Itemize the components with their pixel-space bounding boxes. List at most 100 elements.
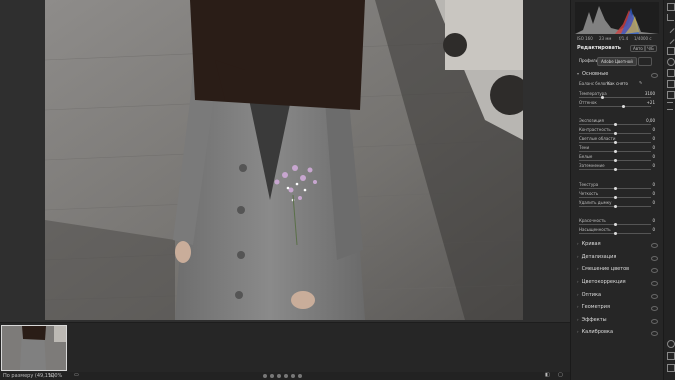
heal-brush-icon[interactable] [665, 23, 675, 34]
profile-dropdown[interactable]: Adobe Цветной [597, 57, 637, 66]
redeye-icon[interactable] [667, 69, 675, 77]
slider-track[interactable] [579, 159, 651, 162]
slider-thumb[interactable] [614, 141, 617, 144]
eyedropper-icon[interactable]: ✎ [639, 80, 642, 85]
slider-label: Экспозиция [579, 118, 604, 123]
slider-label: Белые [579, 154, 593, 159]
rating-star[interactable] [291, 374, 295, 378]
zoom-icon[interactable] [667, 340, 675, 348]
slider-track[interactable] [579, 223, 651, 226]
chevron-right-icon: › [577, 317, 579, 322]
slider-thumb[interactable] [614, 168, 617, 171]
section-label: Геометрия [581, 304, 610, 310]
before-after-icon[interactable]: ▢ [558, 372, 563, 378]
slider-value[interactable]: 3100 [635, 91, 655, 96]
rating-star[interactable] [298, 374, 302, 378]
profile-browser-icon[interactable] [638, 57, 652, 66]
section-header[interactable]: › Оптика [577, 292, 601, 298]
slider-thumb[interactable] [614, 196, 617, 199]
edit-panel: ISO 160 23 мм f/1.4 1/4000 с Редактирова… [570, 0, 664, 380]
rating-star[interactable] [263, 374, 267, 378]
slider-track[interactable] [579, 105, 651, 108]
visibility-eye-icon[interactable] [651, 281, 658, 286]
slider-value[interactable]: 0 [635, 227, 655, 232]
slider-value[interactable]: 0 [635, 154, 655, 159]
slider-thumb[interactable] [614, 150, 617, 153]
section-header[interactable]: › Детализация [577, 254, 616, 260]
radial-filter-icon[interactable] [667, 58, 675, 66]
slider-thumb[interactable] [614, 205, 617, 208]
slider-thumb[interactable] [614, 232, 617, 235]
section-header[interactable]: › Кривая [577, 241, 601, 247]
crop-icon[interactable] [667, 14, 674, 21]
section-header[interactable]: › Смешение цветов [577, 266, 629, 272]
slider-value[interactable]: +21 [635, 100, 655, 105]
slider-label: Светлые области [579, 136, 616, 141]
more-icon[interactable] [667, 102, 673, 110]
slider-value[interactable]: 0 [635, 136, 655, 141]
slider-value[interactable]: 0 [635, 163, 655, 168]
visibility-eye-icon[interactable] [651, 294, 658, 299]
slider-thumb[interactable] [601, 96, 604, 99]
visibility-eye-icon[interactable] [651, 256, 658, 261]
slider-thumb[interactable] [614, 223, 617, 226]
histogram [575, 2, 659, 34]
visibility-eye-icon[interactable] [651, 243, 658, 248]
edit-tool-icon[interactable] [667, 3, 675, 11]
slider-track[interactable] [579, 123, 651, 126]
rating-stars[interactable] [263, 373, 303, 379]
section-header[interactable]: › Цветокоррекция [577, 279, 626, 285]
section-header[interactable]: › Геометрия [577, 304, 610, 310]
bw-button[interactable]: Ч/Б [644, 45, 657, 52]
section-header[interactable]: › Калибровка [577, 329, 613, 335]
slider-track[interactable] [579, 232, 651, 235]
wb-dropdown[interactable]: Как снято [607, 81, 628, 86]
slider-track[interactable] [579, 187, 651, 190]
slider-thumb[interactable] [614, 159, 617, 162]
visibility-eye-icon[interactable] [651, 319, 658, 324]
slider-value[interactable]: 0 [635, 191, 655, 196]
section-label: Калибровка [581, 329, 614, 335]
slider-track[interactable] [579, 205, 651, 208]
section-basic[interactable]: ▾ Основные [577, 71, 608, 77]
slider-track[interactable] [579, 96, 651, 99]
zoom-percent[interactable]: 100% [48, 373, 62, 379]
section-header[interactable]: › Эффекты [577, 317, 607, 323]
filmstrip-toggle-icon[interactable]: ▭ [74, 372, 79, 378]
slider-value[interactable]: 0 [635, 182, 655, 187]
aperture-value: f/1.4 [619, 36, 629, 41]
snapshots-icon[interactable] [667, 80, 675, 88]
visibility-eye-icon[interactable] [651, 73, 658, 78]
rating-star[interactable] [284, 374, 288, 378]
filmstrip-thumbnail[interactable] [1, 325, 67, 371]
slider-value[interactable]: 0 [635, 200, 655, 205]
visibility-eye-icon[interactable] [651, 306, 658, 311]
slider-thumb[interactable] [614, 132, 617, 135]
fit-zoom-label[interactable]: По размеру (49,1%) [3, 373, 55, 379]
slider-track[interactable] [579, 168, 651, 171]
slider-thumb[interactable] [614, 123, 617, 126]
slider-track[interactable] [579, 196, 651, 199]
slider-thumb[interactable] [614, 187, 617, 190]
presets-icon[interactable] [667, 91, 675, 99]
image-canvas[interactable] [0, 0, 570, 322]
grid-icon[interactable] [667, 364, 675, 372]
slider-value[interactable]: 0 [635, 218, 655, 223]
photo-preview[interactable] [45, 0, 523, 320]
slider-track[interactable] [579, 132, 651, 135]
slider-label: Затемнение [579, 163, 605, 168]
visibility-eye-icon[interactable] [651, 268, 658, 273]
slider-value[interactable]: 0 [635, 145, 655, 150]
rating-star[interactable] [270, 374, 274, 378]
slider-value[interactable]: 0,00 [635, 118, 655, 123]
visibility-eye-icon[interactable] [651, 331, 658, 336]
slider-track[interactable] [579, 150, 651, 153]
gradient-icon[interactable] [667, 47, 675, 55]
slider-track[interactable] [579, 141, 651, 144]
compare-view-icon[interactable]: ◧ [545, 372, 550, 378]
slider-value[interactable]: 0 [635, 127, 655, 132]
brush-icon[interactable] [665, 34, 675, 45]
rating-star[interactable] [277, 374, 281, 378]
hand-icon[interactable] [667, 352, 675, 360]
slider-thumb[interactable] [622, 105, 625, 108]
